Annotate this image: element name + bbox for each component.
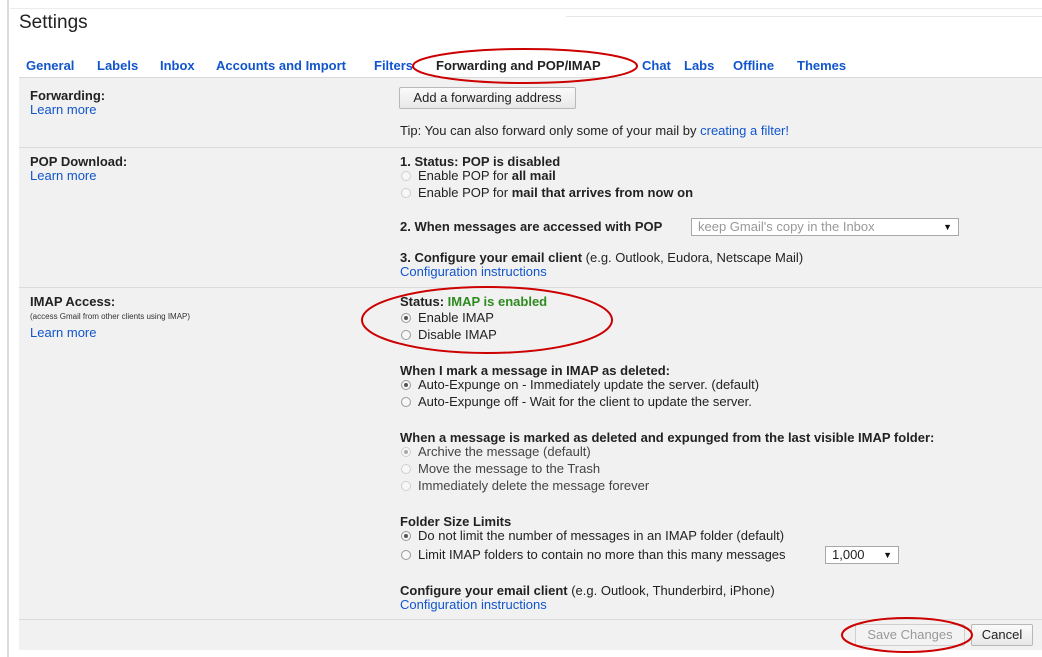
section-divider [19, 287, 1042, 288]
imap-configure-text: Configure your email client (e.g. Outloo… [400, 583, 775, 598]
imap-status-prefix: Status: [400, 294, 448, 309]
pop-configure-text: 3. Configure your email client (e.g. Out… [400, 250, 803, 265]
folder-limit-value: 1,000 [832, 547, 865, 562]
pop-from-now-radio[interactable] [401, 188, 411, 198]
tab-accounts-and-import[interactable]: Accounts and Import [216, 58, 346, 73]
forwarding-learn-more-link[interactable]: Learn more [30, 102, 96, 117]
pop-from-now-prefix: Enable POP for [418, 185, 512, 200]
pop-configure-bold: 3. Configure your email client [400, 250, 583, 265]
creating-filter-link[interactable]: creating a filter! [700, 123, 789, 138]
move-to-trash-label: Move the message to the Trash [418, 461, 601, 476]
pop-download-label: POP Download: [30, 154, 128, 169]
section-divider [19, 619, 1042, 620]
dropdown-arrow-icon: ▼ [883, 550, 892, 560]
tab-themes[interactable]: Themes [797, 58, 846, 73]
cancel-button[interactable]: Cancel [971, 624, 1033, 646]
imap-configure-bold: Configure your email client [400, 583, 568, 598]
pop-access-select-value: keep Gmail's copy in the Inbox [698, 219, 875, 234]
imap-status: Status: IMAP is enabled [400, 294, 547, 309]
tab-forwarding-pop-imap[interactable]: Forwarding and POP/IMAP [436, 58, 601, 73]
move-to-trash-radio[interactable] [401, 464, 411, 474]
add-forwarding-address-button[interactable]: Add a forwarding address [399, 87, 576, 109]
disable-imap-radio[interactable] [401, 330, 411, 340]
auto-expunge-off-radio[interactable] [401, 397, 411, 407]
tab-general[interactable]: General [26, 58, 74, 73]
tab-offline[interactable]: Offline [733, 58, 774, 73]
pop-all-mail-prefix: Enable POP for [418, 168, 512, 183]
no-limit-radio[interactable] [401, 531, 411, 541]
imap-access-label: IMAP Access: [30, 294, 116, 309]
tab-chat[interactable]: Chat [642, 58, 671, 73]
imap-status-value: IMAP is enabled [447, 294, 548, 309]
imap-deleted-heading: When I mark a message in IMAP as deleted… [400, 363, 670, 378]
tab-labels[interactable]: Labels [97, 58, 138, 73]
pop-configuration-instructions-link[interactable]: Configuration instructions [400, 264, 547, 279]
pop-from-now-label: Enable POP for mail that arrives from no… [418, 185, 693, 200]
delete-forever-radio[interactable] [401, 481, 411, 491]
page-title: Settings [19, 12, 88, 33]
enable-imap-label: Enable IMAP [418, 310, 494, 325]
no-limit-label: Do not limit the number of messages in a… [418, 528, 785, 543]
save-changes-button[interactable]: Save Changes [855, 624, 965, 646]
archive-message-label: Archive the message (default) [418, 444, 591, 459]
imap-learn-more-link[interactable]: Learn more [30, 325, 96, 340]
pop-all-mail-bold: all mail [511, 168, 556, 183]
pop-learn-more-link[interactable]: Learn more [30, 168, 96, 183]
folder-limit-select[interactable]: 1,000 ▼ [825, 546, 899, 564]
limit-folders-radio[interactable] [401, 550, 411, 560]
tab-labs[interactable]: Labs [684, 58, 714, 73]
section-divider [19, 147, 1042, 148]
window-top-border [10, 8, 1042, 9]
enable-imap-radio[interactable] [401, 313, 411, 323]
imap-expunged-heading: When a message is marked as deleted and … [400, 430, 935, 445]
pop-access-label: 2. When messages are accessed with POP [400, 219, 663, 234]
imap-configure-rest: (e.g. Outlook, Thunderbird, iPhone) [567, 583, 775, 598]
pop-all-mail-radio[interactable] [401, 171, 411, 181]
pop-configure-rest: (e.g. Outlook, Eudora, Netscape Mail) [582, 250, 804, 265]
tab-filters[interactable]: Filters [374, 58, 413, 73]
auto-expunge-on-label: Auto-Expunge on - Immediately update the… [418, 377, 760, 392]
window-left-border [7, 0, 9, 657]
pop-access-select[interactable]: keep Gmail's copy in the Inbox ▼ [691, 218, 959, 236]
pop-from-now-bold: mail that arrives from now on [511, 185, 694, 200]
auto-expunge-on-radio[interactable] [401, 380, 411, 390]
auto-expunge-off-label: Auto-Expunge off - Wait for the client t… [418, 394, 752, 409]
forwarding-label: Forwarding: [30, 88, 106, 103]
forwarding-tip-text: Tip: You can also forward only some of y… [400, 123, 701, 138]
pop-status: 1. Status: POP is disabled [400, 154, 561, 169]
folder-size-heading: Folder Size Limits [400, 514, 512, 529]
dropdown-arrow-icon: ▼ [943, 222, 952, 232]
forwarding-tip: Tip: You can also forward only some of y… [400, 123, 789, 138]
pop-all-mail-label: Enable POP for all mail [418, 168, 556, 183]
tab-inbox[interactable]: Inbox [160, 58, 195, 73]
delete-forever-label: Immediately delete the message forever [418, 478, 650, 493]
imap-configuration-instructions-link[interactable]: Configuration instructions [400, 597, 547, 612]
disable-imap-label: Disable IMAP [418, 327, 497, 342]
archive-message-radio[interactable] [401, 447, 411, 457]
header-divider [566, 16, 1042, 17]
imap-access-sub: (access Gmail from other clients using I… [30, 312, 191, 321]
limit-folders-label: Limit IMAP folders to contain no more th… [418, 547, 786, 562]
